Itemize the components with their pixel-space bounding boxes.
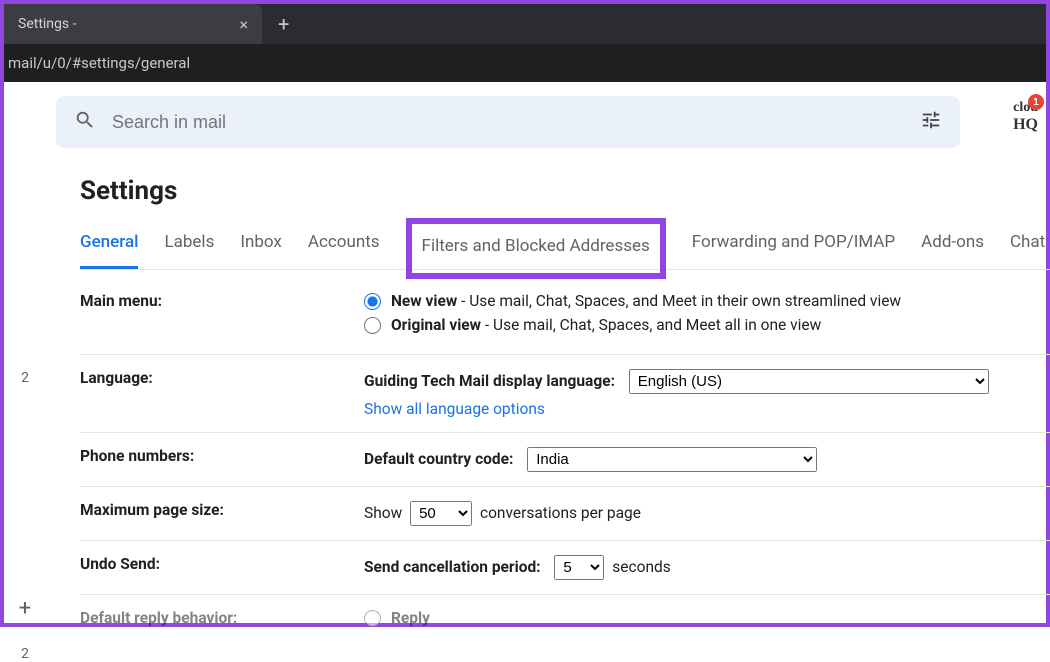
tab-inbox[interactable]: Inbox — [240, 228, 282, 269]
tab-labels[interactable]: Labels — [164, 228, 214, 269]
setting-label: Maximum page size: — [80, 501, 364, 526]
setting-label: Default reply behavior: — [80, 609, 364, 633]
radio-input[interactable] — [364, 317, 381, 334]
close-tab-icon[interactable]: × — [239, 15, 248, 34]
language-display-label: Guiding Tech Mail display language: — [364, 372, 615, 390]
page-size-prefix: Show — [364, 504, 402, 522]
undo-period-select[interactable]: 5 — [554, 555, 604, 580]
radio-new-view[interactable]: New view - Use mail, Chat, Spaces, and M… — [364, 292, 1050, 310]
setting-label: Phone numbers: — [80, 447, 364, 472]
option-desc: - Use mail, Chat, Spaces, and Meet in th… — [457, 292, 901, 310]
setting-language: Language: Guiding Tech Mail display lang… — [80, 355, 1050, 433]
address-bar[interactable]: mail/u/0/#settings/general — [4, 44, 1046, 82]
page-size-suffix: conversations per page — [480, 504, 641, 522]
notification-badge: 1 — [1028, 94, 1044, 110]
tab-accounts[interactable]: Accounts — [308, 228, 380, 269]
logo-line2: HQ — [1013, 116, 1038, 134]
setting-reply-behavior: Default reply behavior: Reply — [80, 595, 1050, 633]
search-icon — [74, 109, 96, 135]
brand-logo: clou HQ 1 — [1013, 100, 1038, 134]
setting-page-size: Maximum page size: Show 50 conversations… — [80, 487, 1050, 541]
tab-forwarding[interactable]: Forwarding and POP/IMAP — [692, 228, 895, 269]
browser-tab[interactable]: Settings - × — [4, 4, 262, 44]
option-title: Original view — [391, 316, 481, 334]
annotation-highlight: Filters and Blocked Addresses — [406, 218, 666, 279]
settings-body: Main menu: New view - Use mail, Chat, Sp… — [80, 270, 1050, 633]
browser-tab-strip: Settings - × + — [4, 4, 1046, 44]
tab-addons[interactable]: Add-ons — [921, 228, 984, 269]
language-select[interactable]: English (US) — [629, 369, 989, 394]
show-all-languages-link[interactable]: Show all language options — [364, 400, 545, 418]
setting-undo-send: Undo Send: Send cancellation period: 5 s… — [80, 541, 1050, 595]
tab-filters[interactable]: Filters and Blocked Addresses — [422, 232, 650, 256]
page-size-select[interactable]: 50 — [410, 501, 472, 526]
settings-tabs: General Labels Inbox Accounts Filters an… — [80, 228, 1050, 270]
search-input[interactable] — [112, 112, 920, 133]
option-desc: - Use mail, Chat, Spaces, and Meet all i… — [481, 316, 821, 334]
setting-label: Main menu: — [80, 292, 364, 340]
setting-label: Language: — [80, 369, 364, 418]
option-title: Reply — [391, 609, 430, 627]
search-bar[interactable] — [56, 96, 960, 148]
tab-title: Settings - — [18, 16, 76, 32]
radio-input[interactable] — [364, 293, 381, 310]
search-options-icon[interactable] — [920, 109, 942, 135]
page-title: Settings — [80, 176, 1046, 206]
setting-label: Undo Send: — [80, 555, 364, 580]
url-text: mail/u/0/#settings/general — [8, 54, 190, 72]
count-badge: 2 — [21, 370, 29, 386]
undo-period-label: Send cancellation period: — [364, 558, 541, 576]
radio-input[interactable] — [364, 610, 381, 627]
radio-original-view[interactable]: Original view - Use mail, Chat, Spaces, … — [364, 316, 1050, 334]
radio-reply[interactable]: Reply — [364, 609, 1050, 627]
setting-phone: Phone numbers: Default country code: Ind… — [80, 433, 1050, 487]
setting-main-menu: Main menu: New view - Use mail, Chat, Sp… — [80, 270, 1050, 355]
country-code-select[interactable]: India — [527, 447, 817, 472]
compose-icon[interactable]: + — [19, 596, 31, 621]
left-rail: 2 + 2 — [12, 370, 38, 386]
option-title: New view — [391, 292, 457, 310]
tab-chat[interactable]: Chat — [1010, 228, 1045, 269]
count-badge: 2 — [21, 646, 29, 662]
undo-suffix: seconds — [612, 558, 670, 576]
country-code-label: Default country code: — [364, 450, 513, 468]
tab-general[interactable]: General — [80, 228, 138, 269]
new-tab-button[interactable]: + — [278, 12, 289, 36]
